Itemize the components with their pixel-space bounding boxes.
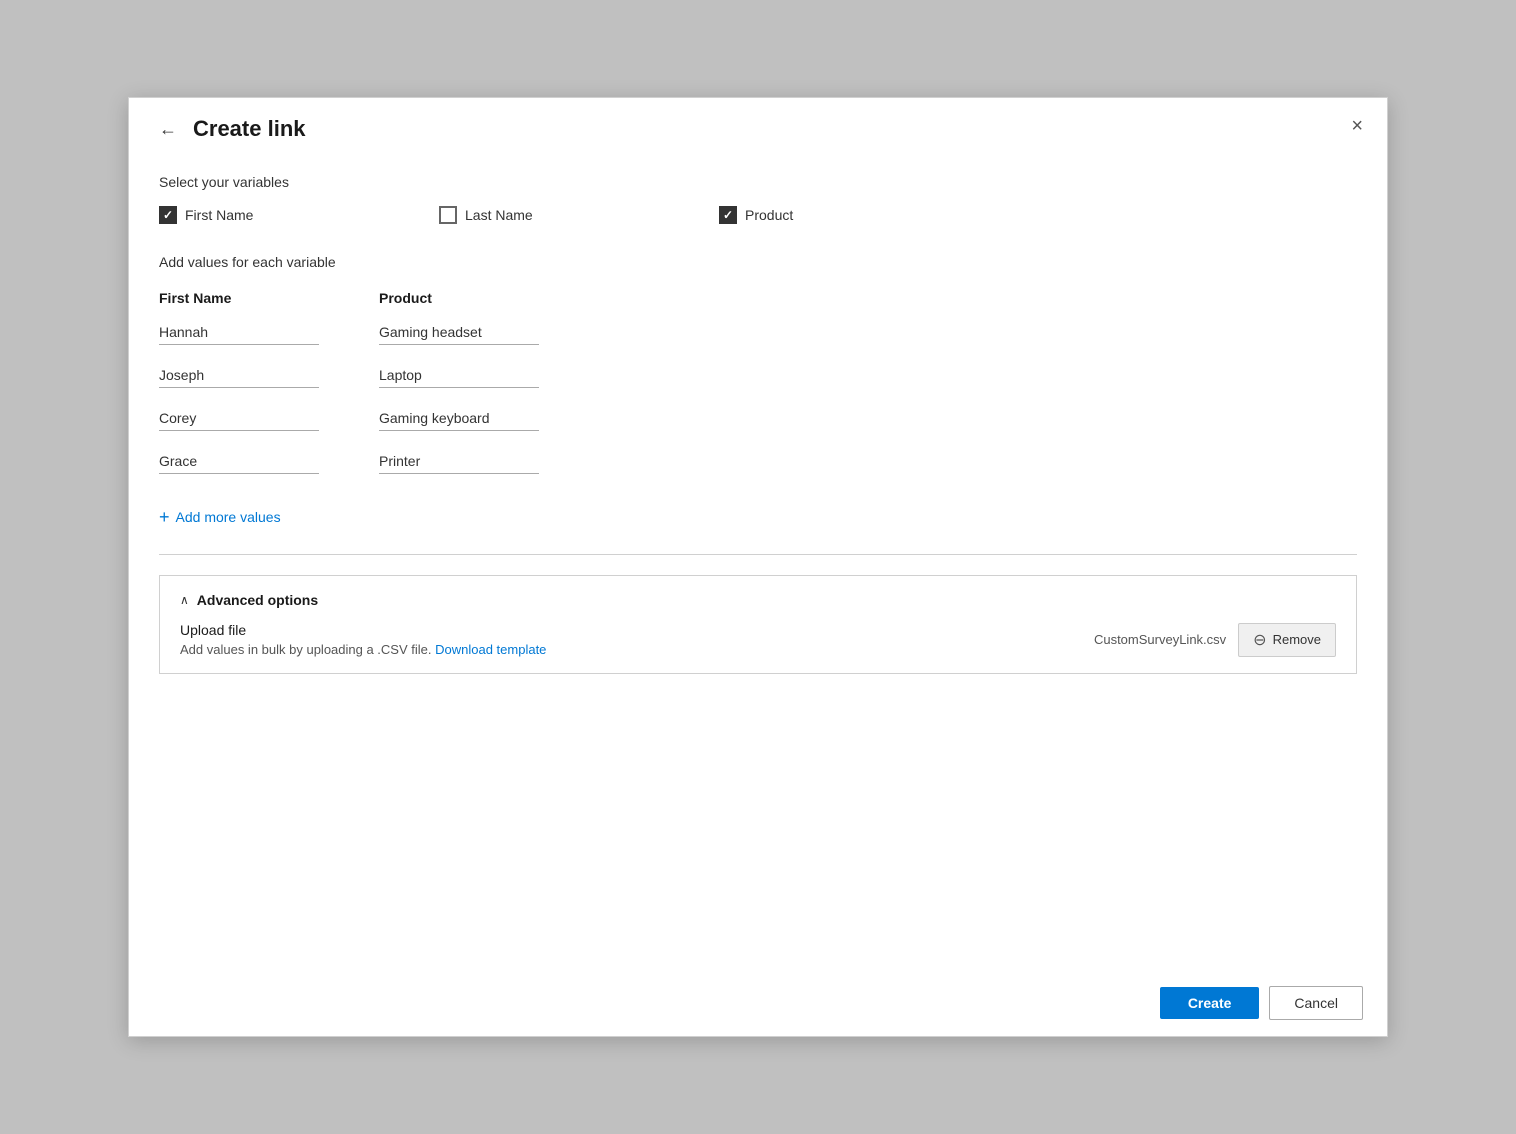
back-button[interactable]: ← [153,117,183,142]
variable-item-last-name: Last Name [439,206,719,224]
download-template-link[interactable]: Download template [435,642,546,657]
add-more-label: Add more values [176,509,281,525]
close-button[interactable]: × [1345,112,1369,140]
chevron-up-icon: ∧ [180,593,189,607]
upload-right: CustomSurveyLink.csv ⊖ Remove [1094,623,1336,657]
cancel-button[interactable]: Cancel [1269,986,1363,1020]
input-product-2[interactable] [379,406,539,431]
remove-label: Remove [1273,632,1321,647]
variable-item-product: Product [719,206,999,224]
variable-label-first-name: First Name [185,207,253,223]
upload-left: Upload file Add values in bulk by upload… [180,622,1094,657]
input-first-name-1[interactable] [159,363,319,388]
variables-section-label: Select your variables [159,174,1357,190]
add-values-title: Add values for each variable [159,254,1357,270]
variable-label-last-name: Last Name [465,207,533,223]
advanced-title: Advanced options [197,592,318,608]
advanced-header: ∧ Advanced options [180,592,1336,608]
input-first-name-3[interactable] [159,449,319,474]
create-link-dialog: ← Create link × Select your variables Fi… [128,97,1388,1037]
advanced-section: ∧ Advanced options Upload file Add value… [159,575,1357,674]
input-product-1[interactable] [379,363,539,388]
upload-section: Upload file Add values in bulk by upload… [180,622,1336,657]
checkbox-product[interactable] [719,206,737,224]
remove-button[interactable]: ⊖ Remove [1238,623,1336,657]
file-name: CustomSurveyLink.csv [1094,632,1226,647]
checkbox-first-name[interactable] [159,206,177,224]
plus-icon: + [159,508,170,526]
upload-desc: Add values in bulk by uploading a .CSV f… [180,642,1094,657]
input-product-3[interactable] [379,449,539,474]
divider [159,554,1357,555]
dialog-body: Select your variables First Name Last Na… [129,154,1387,970]
input-first-name-2[interactable] [159,406,319,431]
upload-desc-text: Add values in bulk by uploading a .CSV f… [180,642,432,657]
input-first-name-0[interactable] [159,320,319,345]
create-button[interactable]: Create [1160,987,1260,1019]
variables-row: First Name Last Name Product [159,206,1357,224]
col-header-first-name: First Name [159,290,339,306]
add-more-button[interactable]: + Add more values [159,500,281,534]
variable-item-first-name: First Name [159,206,439,224]
column-first-name: First Name [159,290,339,492]
dialog-header: ← Create link × [129,98,1387,154]
checkbox-last-name[interactable] [439,206,457,224]
values-table: First Name Product [159,290,1357,492]
column-product: Product [379,290,559,492]
variable-label-product: Product [745,207,793,223]
col-header-product: Product [379,290,559,306]
dialog-footer: Create Cancel [129,970,1387,1036]
add-values-section: Add values for each variable First Name … [159,254,1357,534]
input-product-0[interactable] [379,320,539,345]
upload-title: Upload file [180,622,1094,638]
dialog-title: Create link [193,116,306,142]
remove-icon: ⊖ [1253,630,1266,650]
